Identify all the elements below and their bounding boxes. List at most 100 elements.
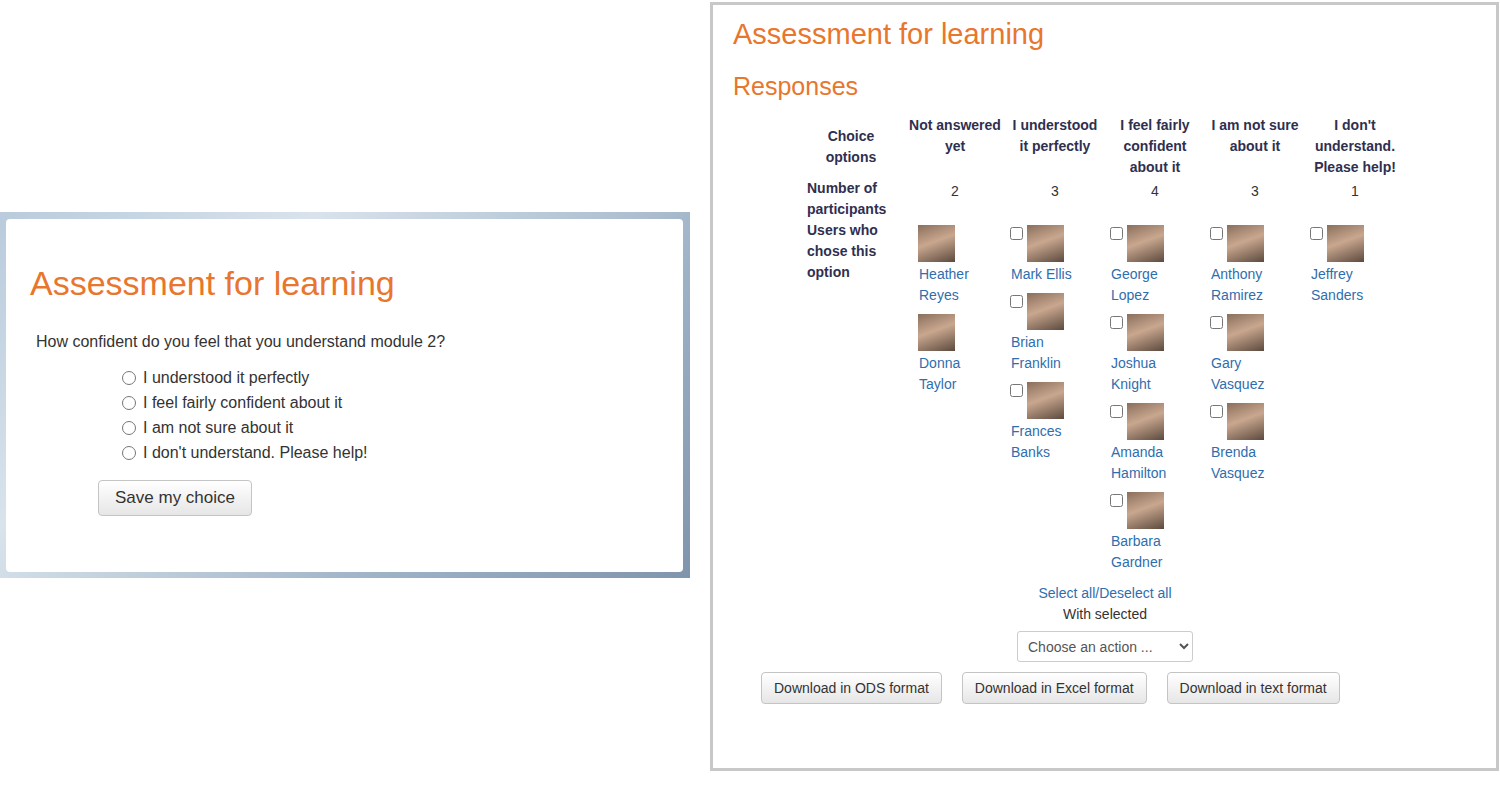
user-top xyxy=(1110,492,1164,529)
participant-count: 2 xyxy=(905,178,1005,202)
save-button[interactable]: Save my choice xyxy=(98,480,252,516)
options-list: I understood it perfectlyI feel fairly c… xyxy=(122,365,659,465)
user-link[interactable]: Gary Vasquez xyxy=(1210,353,1281,395)
user-avatar xyxy=(918,314,955,351)
option-label[interactable]: I feel fairly confident about it xyxy=(143,390,342,415)
user-top xyxy=(918,225,955,262)
column-header: I understood it perfectly xyxy=(1005,115,1105,157)
question: How confident do you feel that you under… xyxy=(36,331,659,353)
action-select[interactable]: Choose an action ... xyxy=(1017,631,1193,662)
responses-panel: Assessment for learning Responses Choice o… xyxy=(710,2,1499,771)
user-link[interactable]: Anthony Ramirez xyxy=(1210,264,1281,306)
selection-footer: Select all/Deselect allWith selectedChoo… xyxy=(803,583,1407,662)
user-link[interactable]: Amanda Hamilton xyxy=(1110,442,1181,484)
user-top xyxy=(1210,403,1264,440)
option-label[interactable]: I don't understand. Please help! xyxy=(143,440,368,465)
user-checkbox[interactable] xyxy=(1110,227,1123,240)
user-checkbox[interactable] xyxy=(1210,227,1223,240)
user-item: Mark Ellis xyxy=(1010,225,1105,285)
user-link[interactable]: George Lopez xyxy=(1110,264,1181,306)
row-label: Choice options xyxy=(803,126,905,168)
user-link[interactable]: Frances Banks xyxy=(1010,421,1081,463)
user-link[interactable]: Brian Franklin xyxy=(1010,332,1081,374)
select-links: Select all/Deselect all xyxy=(1038,583,1171,604)
user-checkbox[interactable] xyxy=(1010,295,1023,308)
user-item: George Lopez xyxy=(1110,225,1205,306)
option-radio[interactable] xyxy=(122,421,136,435)
participant-count: 4 xyxy=(1105,178,1205,202)
user-link[interactable]: Joshua Knight xyxy=(1110,353,1181,395)
option[interactable]: I am not sure about it xyxy=(122,415,659,440)
users-cell: Anthony Ramirez Gary Vasquez Brenda Vasque… xyxy=(1205,220,1305,484)
users-cell: Mark Ellis Brian Franklin Frances Banks xyxy=(1005,220,1105,463)
user-checkbox[interactable] xyxy=(1310,227,1323,240)
deselect-all-link[interactable]: Deselect all xyxy=(1099,585,1171,601)
page: Assessment for learning How confident do … xyxy=(0,0,1500,791)
participant-count: 3 xyxy=(1205,178,1305,202)
responses-table: Choice optionsNot answered yetI understo… xyxy=(803,115,1407,573)
user-top xyxy=(1210,225,1264,262)
option[interactable]: I don't understand. Please help! xyxy=(122,440,659,465)
user-top xyxy=(1310,225,1364,262)
user-top xyxy=(1010,225,1064,262)
user-top xyxy=(918,314,955,351)
option-label[interactable]: I am not sure about it xyxy=(143,415,293,440)
column-header: I am not sure about it xyxy=(1205,115,1305,157)
download-button[interactable]: Download in ODS format xyxy=(761,672,942,704)
user-link[interactable]: Mark Ellis xyxy=(1010,264,1081,285)
user-avatar xyxy=(1127,492,1164,529)
user-checkbox[interactable] xyxy=(1010,384,1023,397)
row-label: Users who chose this option xyxy=(803,220,905,283)
separator: / xyxy=(1095,585,1099,601)
download-button[interactable]: Download in text format xyxy=(1167,672,1340,704)
user-link[interactable]: Brenda Vasquez xyxy=(1210,442,1281,484)
option-radio[interactable] xyxy=(122,396,136,410)
user-top xyxy=(1010,293,1064,330)
user-item: Jeffrey Sanders xyxy=(1310,225,1405,306)
user-top xyxy=(1010,382,1064,419)
option-label[interactable]: I understood it perfectly xyxy=(143,365,309,390)
user-top xyxy=(1110,225,1164,262)
user-avatar xyxy=(1027,225,1064,262)
user-item: Brenda Vasquez xyxy=(1210,403,1305,484)
user-checkbox[interactable] xyxy=(1110,494,1123,507)
user-item: Joshua Knight xyxy=(1110,314,1205,395)
user-avatar xyxy=(1327,225,1364,262)
user-link[interactable]: Donna Taylor xyxy=(918,353,989,395)
responses-subtitle: Responses xyxy=(733,71,1476,101)
user-link[interactable]: Heather Reyes xyxy=(918,264,989,306)
user-item: Heather Reyes xyxy=(918,225,1005,306)
user-checkbox[interactable] xyxy=(1210,405,1223,418)
user-checkbox[interactable] xyxy=(1110,316,1123,329)
user-checkbox[interactable] xyxy=(1210,316,1223,329)
column-header: I don't understand. Please help! xyxy=(1305,115,1405,178)
select-all-link[interactable]: Select all xyxy=(1038,585,1095,601)
user-checkbox[interactable] xyxy=(1010,227,1023,240)
column-header: Not answered yet xyxy=(905,115,1005,157)
option[interactable]: I understood it perfectly xyxy=(122,365,659,390)
user-avatar xyxy=(1127,225,1164,262)
option-radio[interactable] xyxy=(122,371,136,385)
download-button[interactable]: Download in Excel format xyxy=(962,672,1147,704)
download-buttons: Download in ODS format Download in Excel … xyxy=(761,672,1476,704)
user-link[interactable]: Barbara Gardner xyxy=(1110,531,1181,573)
user-item: Frances Banks xyxy=(1010,382,1105,463)
user-checkbox[interactable] xyxy=(1110,405,1123,418)
users-cell: Heather Reyes Donna Taylor xyxy=(905,220,1005,395)
responses-title: Assessment for learning xyxy=(733,17,1476,51)
user-link[interactable]: Jeffrey Sanders xyxy=(1310,264,1381,306)
users-cell: Jeffrey Sanders xyxy=(1305,220,1405,306)
user-item: Amanda Hamilton xyxy=(1110,403,1205,484)
user-avatar xyxy=(1227,403,1264,440)
option-radio[interactable] xyxy=(122,446,136,460)
participant-count: 1 xyxy=(1305,178,1405,202)
users-cell: George Lopez Joshua Knight Amanda Hamilton… xyxy=(1105,220,1205,573)
user-avatar xyxy=(1227,225,1264,262)
user-top xyxy=(1210,314,1264,351)
row-label: Number of participants xyxy=(803,178,905,220)
form-title: Assessment for learning xyxy=(30,263,659,303)
option[interactable]: I feel fairly confident about it xyxy=(122,390,659,415)
user-avatar xyxy=(1027,293,1064,330)
choice-form: Assessment for learning How confident do … xyxy=(6,219,683,572)
user-item: Anthony Ramirez xyxy=(1210,225,1305,306)
